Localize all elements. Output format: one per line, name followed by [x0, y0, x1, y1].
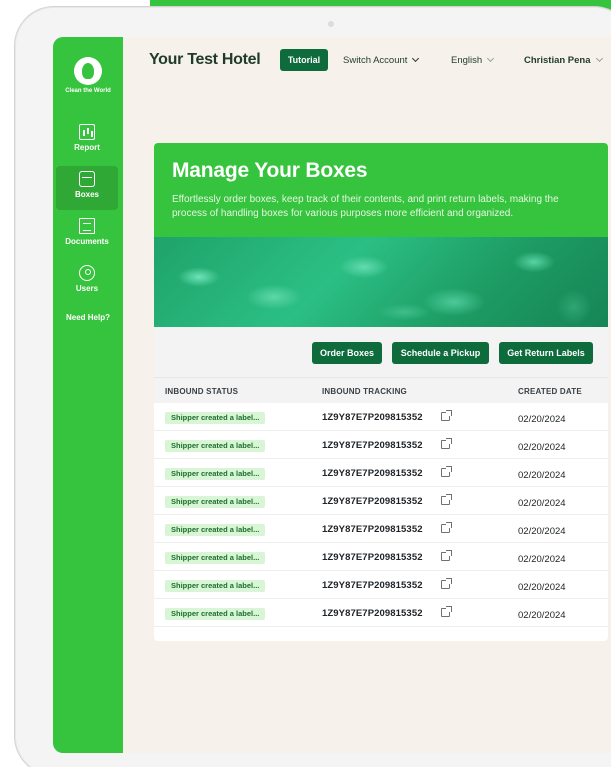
brand-logo[interactable]: Clean the World	[53, 57, 123, 94]
table-row[interactable]: Shipper created a label... 1Z9Y87E7P2098…	[154, 515, 608, 543]
order-boxes-button[interactable]: Order Boxes	[312, 342, 382, 364]
box-icon	[79, 171, 95, 187]
tracking-number: 1Z9Y87E7P209815352	[322, 552, 423, 563]
sidebar-item-documents[interactable]: Documents	[56, 213, 118, 257]
status-badge: Shipper created a label...	[165, 440, 266, 452]
created-date: 02/20/2024	[518, 470, 566, 481]
sidebar-item-label: Users	[75, 284, 99, 293]
sidebar-item-users[interactable]: Users	[56, 260, 118, 304]
camera-dot	[328, 21, 334, 27]
user-icon	[79, 265, 95, 281]
external-link-icon[interactable]	[441, 550, 452, 561]
tutorial-button[interactable]: Tutorial	[280, 49, 328, 71]
table-row[interactable]: Shipper created a label... 1Z9Y87E7P2098…	[154, 571, 608, 599]
status-badge: Shipper created a label...	[165, 552, 266, 564]
documents-icon	[79, 218, 95, 234]
sidebar: Clean the World Report Boxes Documents U…	[53, 37, 123, 753]
get-return-labels-button[interactable]: Get Return Labels	[499, 342, 593, 364]
user-name: Christian Pena	[524, 55, 591, 66]
external-link-icon[interactable]	[441, 438, 452, 449]
tracking-number: 1Z9Y87E7P209815352	[322, 524, 423, 535]
table-row[interactable]: Shipper created a label... 1Z9Y87E7P2098…	[154, 431, 608, 459]
status-badge: Shipper created a label...	[165, 524, 266, 536]
boxes-card: Manage Your Boxes Effortlessly order box…	[154, 143, 608, 641]
tracking-number: 1Z9Y87E7P209815352	[322, 496, 423, 507]
status-badge: Shipper created a label...	[165, 608, 266, 620]
column-header-status: INBOUND STATUS	[165, 387, 239, 396]
action-bar: Order Boxes Schedule a Pickup Get Return…	[154, 327, 608, 377]
hero-title: Manage Your Boxes	[172, 159, 368, 182]
external-link-icon[interactable]	[441, 578, 452, 589]
external-link-icon[interactable]	[441, 494, 452, 505]
chevron-down-icon	[412, 54, 420, 63]
tracking-number: 1Z9Y87E7P209815352	[322, 580, 423, 591]
created-date: 02/20/2024	[518, 442, 566, 453]
created-date: 02/20/2024	[518, 526, 566, 537]
external-link-icon[interactable]	[441, 606, 452, 617]
app-screen: Clean the World Report Boxes Documents U…	[53, 37, 611, 753]
page-title: Your Test Hotel	[149, 51, 261, 68]
sidebar-item-report[interactable]: Report	[56, 119, 118, 163]
tracking-number: 1Z9Y87E7P209815352	[322, 608, 423, 619]
tracking-number: 1Z9Y87E7P209815352	[322, 440, 423, 451]
sidebar-item-label: Boxes	[74, 190, 99, 199]
tablet-frame: Clean the World Report Boxes Documents U…	[14, 6, 611, 767]
need-help-link[interactable]: Need Help?	[53, 313, 123, 322]
tracking-number: 1Z9Y87E7P209815352	[322, 468, 423, 479]
hero-banner: Manage Your Boxes Effortlessly order box…	[154, 143, 608, 237]
sidebar-item-label: Documents	[65, 237, 109, 246]
table-row[interactable]: Shipper created a label... 1Z9Y87E7P2098…	[154, 487, 608, 515]
chevron-down-icon	[595, 54, 603, 63]
status-badge: Shipper created a label...	[165, 496, 266, 508]
language-label: English	[451, 55, 483, 66]
external-link-icon[interactable]	[441, 466, 452, 477]
language-dropdown[interactable]: English	[451, 54, 495, 66]
column-header-date: CREATED DATE	[518, 387, 582, 396]
status-badge: Shipper created a label...	[165, 468, 266, 480]
created-date: 02/20/2024	[518, 498, 566, 509]
sidebar-item-label: Report	[74, 143, 100, 152]
globe-logo-icon	[74, 57, 102, 85]
tracking-number: 1Z9Y87E7P209815352	[322, 412, 423, 423]
created-date: 02/20/2024	[518, 610, 566, 621]
created-date: 02/20/2024	[518, 554, 566, 565]
table-row[interactable]: Shipper created a label... 1Z9Y87E7P2098…	[154, 459, 608, 487]
logo-text: Clean the World	[65, 88, 111, 94]
sidebar-item-boxes[interactable]: Boxes	[56, 166, 118, 210]
external-link-icon[interactable]	[441, 410, 452, 421]
switch-account-dropdown[interactable]: Switch Account	[343, 54, 420, 66]
report-icon	[79, 124, 95, 140]
status-badge: Shipper created a label...	[165, 580, 266, 592]
table-row[interactable]: Shipper created a label... 1Z9Y87E7P2098…	[154, 543, 608, 571]
created-date: 02/20/2024	[518, 582, 566, 593]
table-header: INBOUND STATUS INBOUND TRACKING CREATED …	[154, 377, 608, 403]
hero-description: Effortlessly order boxes, keep track of …	[172, 194, 559, 219]
switch-account-label: Switch Account	[343, 55, 408, 66]
chevron-down-icon	[487, 54, 495, 63]
status-badge: Shipper created a label...	[165, 412, 266, 424]
column-header-tracking: INBOUND TRACKING	[322, 387, 407, 396]
external-link-icon[interactable]	[441, 522, 452, 533]
hero-image	[154, 237, 608, 327]
user-menu-dropdown[interactable]: Christian Pena	[524, 54, 603, 66]
table-row[interactable]: Shipper created a label... 1Z9Y87E7P2098…	[154, 403, 608, 431]
created-date: 02/20/2024	[518, 414, 566, 425]
table-row[interactable]: Shipper created a label... 1Z9Y87E7P2098…	[154, 599, 608, 627]
schedule-pickup-button[interactable]: Schedule a Pickup	[392, 342, 489, 364]
